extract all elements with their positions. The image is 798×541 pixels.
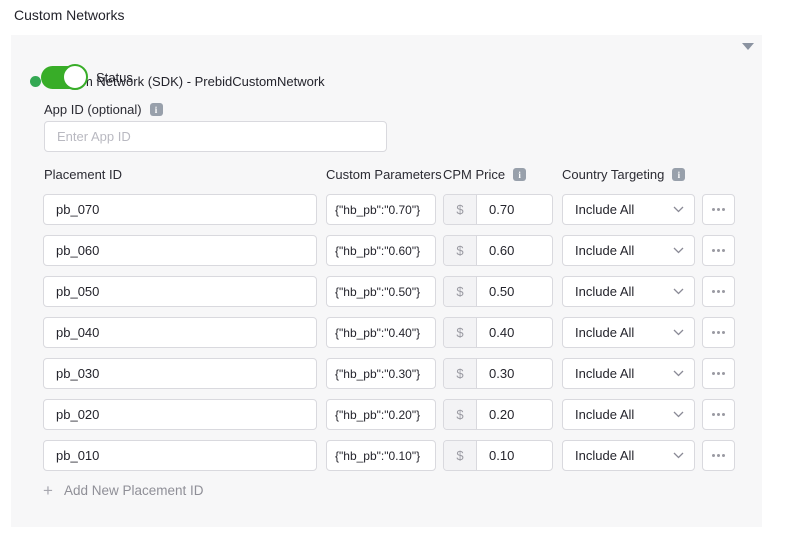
app-id-input[interactable] bbox=[44, 121, 387, 152]
placement-row: $ Include All bbox=[43, 194, 735, 225]
info-icon[interactable]: i bbox=[150, 103, 163, 116]
appid-label: App ID (optional) bbox=[44, 102, 142, 117]
country-targeting-select[interactable]: Include All bbox=[562, 194, 695, 225]
column-header-cpm-price: CPM Price bbox=[443, 167, 505, 182]
placement-row: $ Include All bbox=[43, 440, 735, 471]
status-toggle[interactable] bbox=[41, 66, 83, 89]
country-targeting-select[interactable]: Include All bbox=[562, 358, 695, 389]
row-actions-button[interactable] bbox=[702, 276, 735, 307]
column-header-country-targeting: Country Targeting bbox=[562, 167, 664, 182]
country-targeting-select[interactable]: Include All bbox=[562, 276, 695, 307]
custom-parameters-input[interactable] bbox=[326, 358, 436, 389]
country-targeting-select[interactable]: Include All bbox=[562, 317, 695, 348]
cpm-price-input[interactable] bbox=[477, 400, 552, 429]
placement-id-input[interactable] bbox=[43, 235, 317, 266]
ellipsis-icon bbox=[712, 208, 715, 211]
currency-symbol: $ bbox=[444, 318, 477, 347]
chevron-down-icon bbox=[673, 206, 684, 213]
placement-row: $ Include All bbox=[43, 317, 735, 348]
row-actions-button[interactable] bbox=[702, 399, 735, 430]
status-toggle-label: Status bbox=[96, 70, 133, 85]
country-targeting-select[interactable]: Include All bbox=[562, 235, 695, 266]
chevron-down-icon bbox=[673, 452, 684, 459]
add-new-placement-label: Add New Placement ID bbox=[64, 483, 204, 498]
collapse-chevron-icon[interactable] bbox=[742, 43, 754, 50]
country-targeting-value: Include All bbox=[575, 325, 673, 340]
row-actions-button[interactable] bbox=[702, 194, 735, 225]
row-actions-button[interactable] bbox=[702, 358, 735, 389]
toggle-knob bbox=[62, 64, 88, 90]
placement-id-input[interactable] bbox=[43, 317, 317, 348]
placement-id-input[interactable] bbox=[43, 440, 317, 471]
currency-symbol: $ bbox=[444, 195, 477, 224]
cpm-price-input[interactable] bbox=[477, 359, 552, 388]
ellipsis-icon bbox=[712, 249, 715, 252]
network-header: Custom Network (SDK) - PrebidCustomNetwo… bbox=[30, 73, 732, 89]
row-actions-button[interactable] bbox=[702, 317, 735, 348]
custom-network-card: Custom Network (SDK) - PrebidCustomNetwo… bbox=[11, 35, 762, 527]
network-status-dot bbox=[30, 76, 41, 87]
chevron-down-icon bbox=[673, 247, 684, 254]
cpm-price-input[interactable] bbox=[477, 441, 552, 470]
cpm-price-input[interactable] bbox=[477, 318, 552, 347]
chevron-down-icon bbox=[673, 411, 684, 418]
custom-parameters-input[interactable] bbox=[326, 194, 436, 225]
placement-row: $ Include All bbox=[43, 358, 735, 389]
status-toggle-row: Status bbox=[41, 66, 133, 89]
appid-label-row: App ID (optional) i bbox=[44, 102, 163, 117]
country-targeting-select[interactable]: Include All bbox=[562, 399, 695, 430]
info-icon[interactable]: i bbox=[513, 168, 526, 181]
placement-rows: $ Include All $ Include All bbox=[43, 194, 735, 481]
custom-parameters-input[interactable] bbox=[326, 440, 436, 471]
ellipsis-icon bbox=[712, 372, 715, 375]
country-targeting-select[interactable]: Include All bbox=[562, 440, 695, 471]
currency-symbol: $ bbox=[444, 236, 477, 265]
row-actions-button[interactable] bbox=[702, 235, 735, 266]
country-targeting-value: Include All bbox=[575, 202, 673, 217]
country-targeting-value: Include All bbox=[575, 407, 673, 422]
country-targeting-value: Include All bbox=[575, 284, 673, 299]
country-targeting-value: Include All bbox=[575, 366, 673, 381]
currency-symbol: $ bbox=[444, 400, 477, 429]
add-new-placement-button[interactable]: + Add New Placement ID bbox=[43, 482, 204, 499]
country-targeting-value: Include All bbox=[575, 243, 673, 258]
column-header-placement-id: Placement ID bbox=[44, 167, 122, 182]
placement-id-input[interactable] bbox=[43, 194, 317, 225]
placement-row: $ Include All bbox=[43, 399, 735, 430]
placement-id-input[interactable] bbox=[43, 358, 317, 389]
ellipsis-icon bbox=[712, 331, 715, 334]
row-actions-button[interactable] bbox=[702, 440, 735, 471]
ellipsis-icon bbox=[712, 454, 715, 457]
column-header-custom-parameters: Custom Parameters bbox=[326, 167, 442, 182]
placement-id-input[interactable] bbox=[43, 276, 317, 307]
ellipsis-icon bbox=[712, 290, 715, 293]
cpm-price-input[interactable] bbox=[477, 236, 552, 265]
placement-row: $ Include All bbox=[43, 276, 735, 307]
cpm-price-input[interactable] bbox=[477, 195, 552, 224]
plus-icon: + bbox=[43, 482, 53, 499]
info-icon[interactable]: i bbox=[672, 168, 685, 181]
chevron-down-icon bbox=[673, 288, 684, 295]
page-title: Custom Networks bbox=[14, 7, 124, 23]
custom-parameters-input[interactable] bbox=[326, 399, 436, 430]
placement-id-input[interactable] bbox=[43, 399, 317, 430]
currency-symbol: $ bbox=[444, 441, 477, 470]
currency-symbol: $ bbox=[444, 277, 477, 306]
chevron-down-icon bbox=[673, 329, 684, 336]
custom-parameters-input[interactable] bbox=[326, 317, 436, 348]
cpm-price-input[interactable] bbox=[477, 277, 552, 306]
custom-parameters-input[interactable] bbox=[326, 235, 436, 266]
chevron-down-icon bbox=[673, 370, 684, 377]
placement-row: $ Include All bbox=[43, 235, 735, 266]
currency-symbol: $ bbox=[444, 359, 477, 388]
country-targeting-value: Include All bbox=[575, 448, 673, 463]
ellipsis-icon bbox=[712, 413, 715, 416]
custom-parameters-input[interactable] bbox=[326, 276, 436, 307]
